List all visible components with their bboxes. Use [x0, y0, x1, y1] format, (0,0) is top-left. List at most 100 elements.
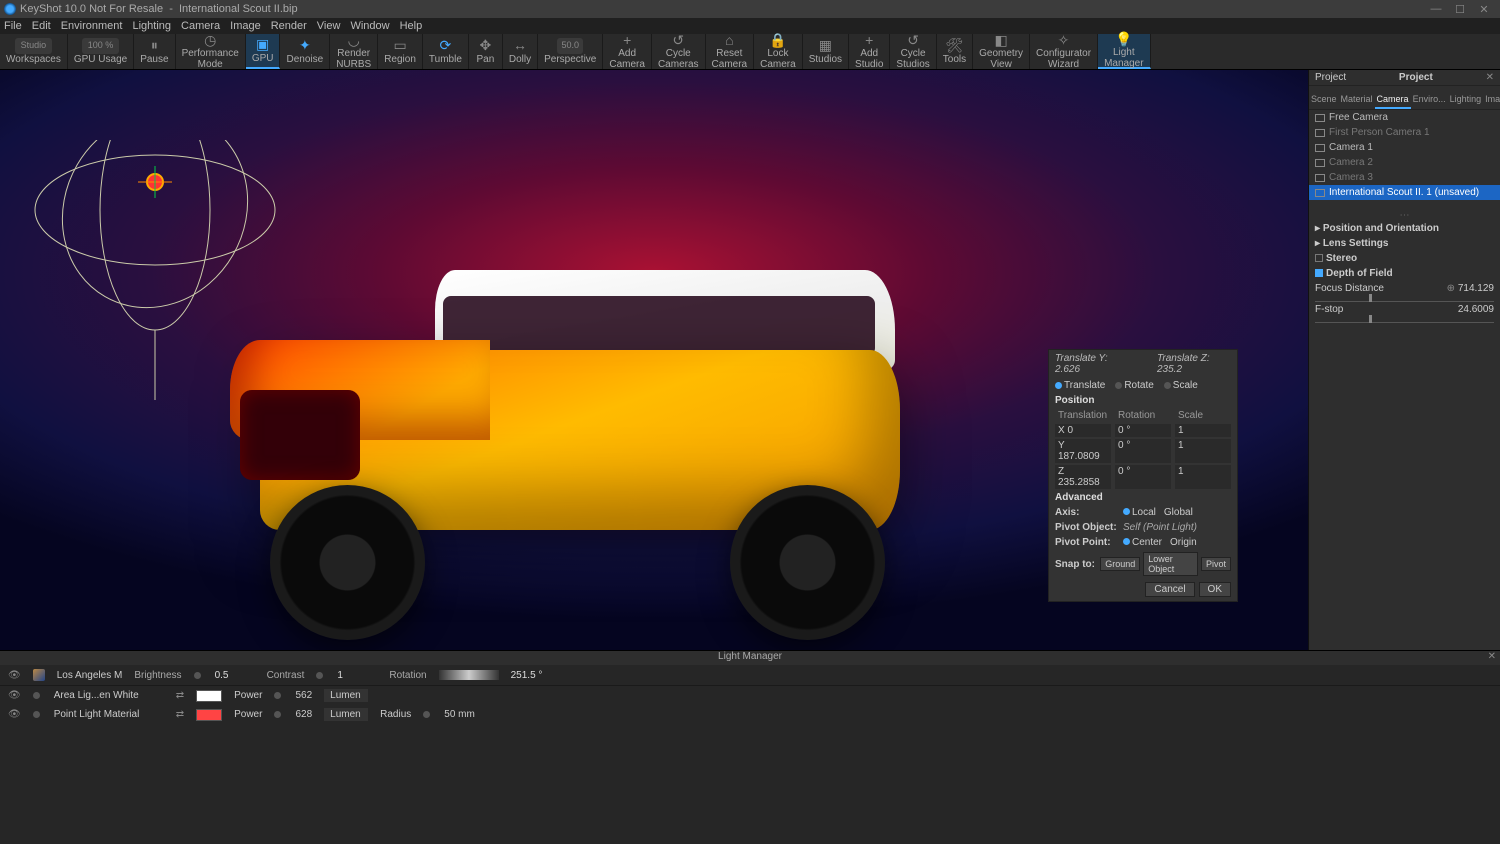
- perspective-button[interactable]: 50.0Perspective: [538, 34, 603, 69]
- region-button[interactable]: ▭Region: [378, 34, 423, 69]
- pause-button[interactable]: ⏸Pause: [134, 34, 175, 69]
- lock-camera-button[interactable]: 🔒Lock Camera: [754, 34, 803, 69]
- maximize-button[interactable]: ☐: [1448, 3, 1472, 16]
- camera-item[interactable]: Camera 2: [1309, 155, 1500, 170]
- env-thumbnail[interactable]: [33, 669, 45, 681]
- light-name[interactable]: Point Light Material: [54, 709, 164, 720]
- mode-rotate[interactable]: Rotate: [1115, 380, 1153, 391]
- sz-input[interactable]: 1: [1175, 465, 1231, 489]
- tz-input[interactable]: Z 235.2858: [1055, 465, 1111, 489]
- rx-input[interactable]: 0 °: [1115, 424, 1171, 437]
- sx-input[interactable]: 1: [1175, 424, 1231, 437]
- menu-lighting[interactable]: Lighting: [132, 20, 171, 32]
- denoise-button[interactable]: ✦Denoise: [280, 34, 330, 69]
- focus-distance-slider[interactable]: [1315, 296, 1494, 302]
- gpu-usage-button[interactable]: 100 %GPU Usage: [68, 34, 134, 69]
- camera-item[interactable]: Free Camera: [1309, 110, 1500, 125]
- menu-edit[interactable]: Edit: [32, 20, 51, 32]
- visibility-icon[interactable]: 👁: [8, 670, 21, 681]
- render-viewport[interactable]: Translate Y: 2.626 Translate Z: 235.2 Tr…: [0, 70, 1308, 650]
- tab-material[interactable]: Material: [1339, 86, 1375, 109]
- tab-camera[interactable]: Camera: [1375, 86, 1411, 109]
- geometry-view-button[interactable]: ◧Geometry View: [973, 34, 1030, 69]
- sy-input[interactable]: 1: [1175, 439, 1231, 463]
- snap-pivot-button[interactable]: Pivot: [1201, 557, 1231, 571]
- axis-local[interactable]: Local: [1123, 507, 1156, 518]
- cycle-studios-button[interactable]: ↺Cycle Studios: [890, 34, 936, 69]
- power-value[interactable]: 562: [295, 690, 312, 701]
- menu-environment[interactable]: Environment: [61, 20, 123, 32]
- fstop-value[interactable]: 24.6009: [1458, 304, 1494, 315]
- focus-distance-value[interactable]: ⊕ 714.129: [1447, 283, 1494, 294]
- menu-file[interactable]: File: [4, 20, 22, 32]
- axis-global[interactable]: Global: [1164, 507, 1193, 518]
- section-stereo[interactable]: Stereo: [1309, 251, 1500, 266]
- light-manager-close-icon[interactable]: ✕: [1488, 651, 1496, 662]
- configurator-button[interactable]: ✧Configurator Wizard: [1030, 34, 1098, 69]
- gpu-button[interactable]: ▣GPU: [246, 34, 281, 69]
- link-icon[interactable]: ⇄: [176, 709, 184, 720]
- contrast-value[interactable]: 1: [337, 670, 377, 681]
- ry-input[interactable]: 0 °: [1115, 439, 1171, 463]
- add-studio-button[interactable]: +Add Studio: [849, 34, 890, 69]
- menu-render[interactable]: Render: [271, 20, 307, 32]
- performance-mode-button[interactable]: ◷Performance Mode: [176, 34, 246, 69]
- tx-input[interactable]: X 0: [1055, 424, 1111, 437]
- cancel-button[interactable]: Cancel: [1145, 582, 1194, 597]
- menu-image[interactable]: Image: [230, 20, 261, 32]
- light-manager-button[interactable]: 💡Light Manager: [1098, 34, 1150, 69]
- section-dof[interactable]: Depth of Field: [1309, 266, 1500, 281]
- pivot-center[interactable]: Center: [1123, 537, 1162, 548]
- mode-translate[interactable]: Translate: [1055, 380, 1105, 391]
- cycle-cameras-button[interactable]: ↺Cycle Cameras: [652, 34, 706, 69]
- studios-button[interactable]: ▦Studios: [803, 34, 849, 69]
- light-name[interactable]: Area Lig...en White: [54, 690, 164, 701]
- workspaces-button[interactable]: StudioWorkspaces: [0, 34, 68, 69]
- section-lens[interactable]: ▸ Lens Settings: [1309, 236, 1500, 251]
- unit-select[interactable]: Lumen: [324, 708, 368, 721]
- panel-close-icon[interactable]: ✕: [1486, 72, 1494, 83]
- rotation-slider[interactable]: [439, 670, 499, 680]
- color-swatch[interactable]: [196, 709, 222, 721]
- reset-camera-button[interactable]: ⌂Reset Camera: [706, 34, 755, 69]
- menu-view[interactable]: View: [317, 20, 341, 32]
- visibility-icon[interactable]: 👁: [8, 690, 21, 701]
- camera-item-selected[interactable]: International Scout II. 1 (unsaved): [1309, 185, 1500, 200]
- menu-camera[interactable]: Camera: [181, 20, 220, 32]
- tab-image[interactable]: Image: [1483, 86, 1500, 109]
- mode-scale[interactable]: Scale: [1164, 380, 1198, 391]
- pivot-object-value[interactable]: Self (Point Light): [1123, 522, 1197, 533]
- visibility-icon[interactable]: 👁: [8, 709, 21, 720]
- unit-select[interactable]: Lumen: [324, 689, 368, 702]
- pivot-origin[interactable]: Origin: [1170, 537, 1197, 548]
- tab-environment[interactable]: Enviro...: [1411, 86, 1448, 109]
- env-name[interactable]: Los Angeles M: [57, 670, 123, 681]
- dolly-button[interactable]: ↔Dolly: [503, 34, 538, 69]
- ty-input[interactable]: Y 187.0809: [1055, 439, 1111, 463]
- snap-lower-button[interactable]: Lower Object: [1143, 552, 1198, 576]
- camera-item[interactable]: Camera 1: [1309, 140, 1500, 155]
- radius-value[interactable]: 50 mm: [444, 709, 475, 720]
- tab-lighting[interactable]: Lighting: [1448, 86, 1484, 109]
- tumble-button[interactable]: ⟳Tumble: [423, 34, 469, 69]
- fstop-slider[interactable]: [1315, 317, 1494, 323]
- ok-button[interactable]: OK: [1199, 582, 1231, 597]
- snap-ground-button[interactable]: Ground: [1100, 557, 1140, 571]
- color-swatch[interactable]: [196, 690, 222, 702]
- pan-button[interactable]: ✥Pan: [469, 34, 503, 69]
- camera-item[interactable]: Camera 3: [1309, 170, 1500, 185]
- power-value[interactable]: 628: [295, 709, 312, 720]
- add-camera-button[interactable]: +Add Camera: [603, 34, 652, 69]
- drag-handle-icon[interactable]: ⋯: [1309, 210, 1500, 221]
- brightness-value[interactable]: 0.5: [215, 670, 255, 681]
- link-icon[interactable]: ⇄: [176, 690, 184, 701]
- close-button[interactable]: ✕: [1472, 3, 1496, 16]
- tab-scene[interactable]: Scene: [1309, 86, 1339, 109]
- camera-item[interactable]: First Person Camera 1: [1309, 125, 1500, 140]
- render-nurbs-button[interactable]: ◡Render NURBS: [330, 34, 378, 69]
- minimize-button[interactable]: —: [1424, 3, 1448, 15]
- tools-button[interactable]: 🛠Tools: [937, 34, 973, 69]
- rotation-value[interactable]: 251.5 °: [511, 670, 551, 681]
- rz-input[interactable]: 0 °: [1115, 465, 1171, 489]
- menu-help[interactable]: Help: [400, 20, 423, 32]
